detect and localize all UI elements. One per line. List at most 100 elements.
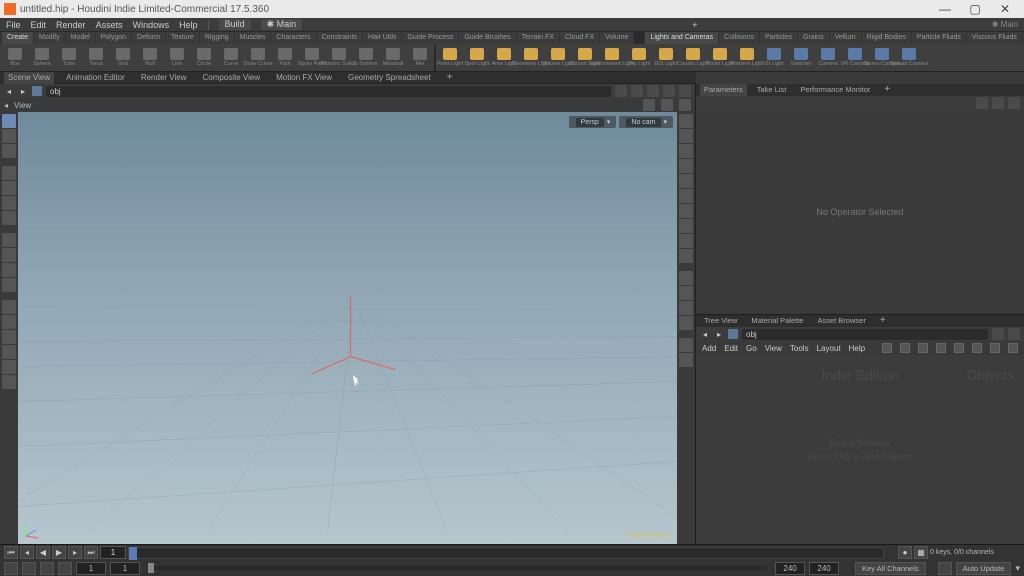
net-tool-icon[interactable] (954, 343, 964, 353)
path-field[interactable]: obj (46, 86, 611, 97)
shelf-tool[interactable]: Volume Light (545, 45, 571, 71)
shelf-tab[interactable]: Grains (798, 32, 829, 44)
auto-update-button[interactable]: Auto Update (956, 562, 1012, 575)
net-menu[interactable]: Go (746, 344, 757, 353)
lasso-tool-icon[interactable] (2, 129, 16, 143)
menu-help[interactable]: Help (179, 20, 198, 30)
shelf-tool[interactable]: Torus (83, 45, 109, 71)
shelf-tab[interactable]: Rigging (200, 32, 234, 44)
net-tool-icon[interactable] (972, 343, 982, 353)
net-path-field[interactable]: obj (742, 329, 988, 340)
pane-tab[interactable]: Animation Editor (62, 72, 129, 84)
net-menu[interactable]: Add (702, 344, 716, 353)
shelf-tool[interactable]: Curve (218, 45, 244, 71)
last-frame-button[interactable]: ⏭ (84, 546, 98, 559)
param-gear-icon[interactable] (992, 97, 1004, 109)
snap-icon[interactable] (2, 300, 16, 314)
shelf-tool[interactable]: Circle (191, 45, 217, 71)
next-frame-button[interactable]: ▸ (68, 546, 82, 559)
shelf-tab[interactable]: Guide Process (402, 32, 458, 44)
play-back-button[interactable]: ◀ (36, 546, 50, 559)
render-icon[interactable] (2, 375, 16, 389)
snap-multi-icon[interactable] (679, 99, 691, 111)
shelf-tool[interactable]: Path (272, 45, 298, 71)
maximize-button[interactable]: ▢ (960, 2, 990, 16)
shelf-tab[interactable]: Hair Utils (363, 32, 401, 44)
shelf-tab[interactable]: Modify (34, 32, 65, 44)
desktop-main[interactable]: ✱ Main (261, 19, 303, 30)
lock-icon[interactable] (938, 562, 952, 575)
path-fwd[interactable]: ▸ (18, 87, 28, 96)
shelf-tool[interactable]: Sphere (29, 45, 55, 71)
shelf-tool[interactable]: Box (2, 45, 28, 71)
realtime-icon[interactable] (4, 562, 18, 575)
shelf-tab[interactable]: Lights and Cameras (645, 32, 718, 44)
shelf-tool[interactable]: Sky Light (626, 45, 652, 71)
shelf-tool[interactable]: Spot Light (464, 45, 490, 71)
shelf-tool[interactable]: Draw Curve (245, 45, 271, 71)
shelf-tool[interactable]: Line (164, 45, 190, 71)
pane-tab[interactable]: Geometry Spreadsheet (344, 72, 435, 84)
camera-menu[interactable]: Persp ▾ (569, 116, 617, 128)
pin-icon[interactable] (615, 85, 627, 97)
uv-icon[interactable] (679, 249, 693, 263)
key-icon[interactable]: ● (898, 546, 912, 559)
net-tool-icon[interactable] (990, 343, 1000, 353)
net-menu[interactable]: Tools (790, 344, 809, 353)
shelf-tab[interactable]: Volume (600, 32, 633, 44)
net-menu[interactable]: Help (849, 344, 865, 353)
timeline-track[interactable] (128, 547, 884, 559)
range-global-end-field[interactable]: 240 (809, 562, 839, 575)
cam-icon[interactable] (679, 286, 693, 300)
select-obj-icon[interactable] (2, 166, 16, 180)
shelf-tab[interactable]: Particles (760, 32, 797, 44)
pane-tab[interactable]: Motion FX View (272, 72, 336, 84)
grid-icon[interactable] (679, 301, 693, 315)
scope-icon[interactable]: ▦ (914, 546, 928, 559)
magnet-icon[interactable] (2, 315, 16, 329)
shelf-tool[interactable]: L-System (353, 45, 379, 71)
expand-icon[interactable] (663, 85, 675, 97)
menu-edit[interactable]: Edit (31, 20, 47, 30)
shelf-tool[interactable]: Platonic Solids (326, 45, 352, 71)
net-tool-icon[interactable] (918, 343, 928, 353)
net-expand-icon[interactable] (1008, 328, 1020, 340)
d-gear-icon[interactable] (679, 353, 693, 367)
shelf-tab[interactable]: Constraints (317, 32, 362, 44)
network-view[interactable]: Indie Edition Objects Empty Network Pres… (696, 355, 1024, 544)
axes-icon[interactable] (679, 316, 693, 330)
shelf-tab[interactable]: Polygon (96, 32, 131, 44)
playhead[interactable] (129, 547, 137, 560)
net-tab[interactable]: Material Palette (747, 315, 807, 327)
range-icon[interactable] (40, 562, 54, 575)
flipbook-icon[interactable] (2, 360, 16, 374)
audio-icon[interactable] (58, 562, 72, 575)
play-button[interactable]: ▶ (52, 546, 66, 559)
shelf-tab[interactable]: Deform (132, 32, 165, 44)
normals-icon[interactable] (679, 234, 693, 248)
desktop-add[interactable]: + (688, 20, 702, 30)
shelf-tool[interactable]: Point Light (437, 45, 463, 71)
net-fwd[interactable]: ▸ (714, 330, 724, 339)
shelf-tab[interactable]: Particle Fluids (912, 32, 966, 44)
shelf-tab[interactable]: Terrain FX (517, 32, 559, 44)
net-tool-icon[interactable] (1008, 343, 1018, 353)
path-back[interactable]: ◂ (4, 87, 14, 96)
param-expand-icon[interactable] (1008, 97, 1020, 109)
param-tab-add[interactable]: + (880, 84, 894, 96)
net-back[interactable]: ◂ (700, 330, 710, 339)
range-slider[interactable] (148, 566, 767, 570)
camera-lock[interactable]: No cam ▾ (619, 116, 673, 128)
shelf-tab[interactable]: Texture (166, 32, 199, 44)
pose-tool-icon[interactable] (2, 278, 16, 292)
pane-tab-add[interactable]: + (443, 72, 457, 84)
shelf-tool[interactable]: Switcher (788, 45, 814, 71)
first-frame-button[interactable]: ⏮ (4, 546, 18, 559)
shade-icon[interactable] (679, 159, 693, 173)
pane-tab[interactable]: Scene View (4, 72, 54, 84)
minimize-button[interactable]: — (930, 2, 960, 16)
range-start-field[interactable]: 1 (76, 562, 106, 575)
shelf-tool[interactable]: Camera (815, 45, 841, 71)
close-button[interactable]: ✕ (990, 2, 1020, 16)
menu-assets[interactable]: Assets (96, 20, 123, 30)
